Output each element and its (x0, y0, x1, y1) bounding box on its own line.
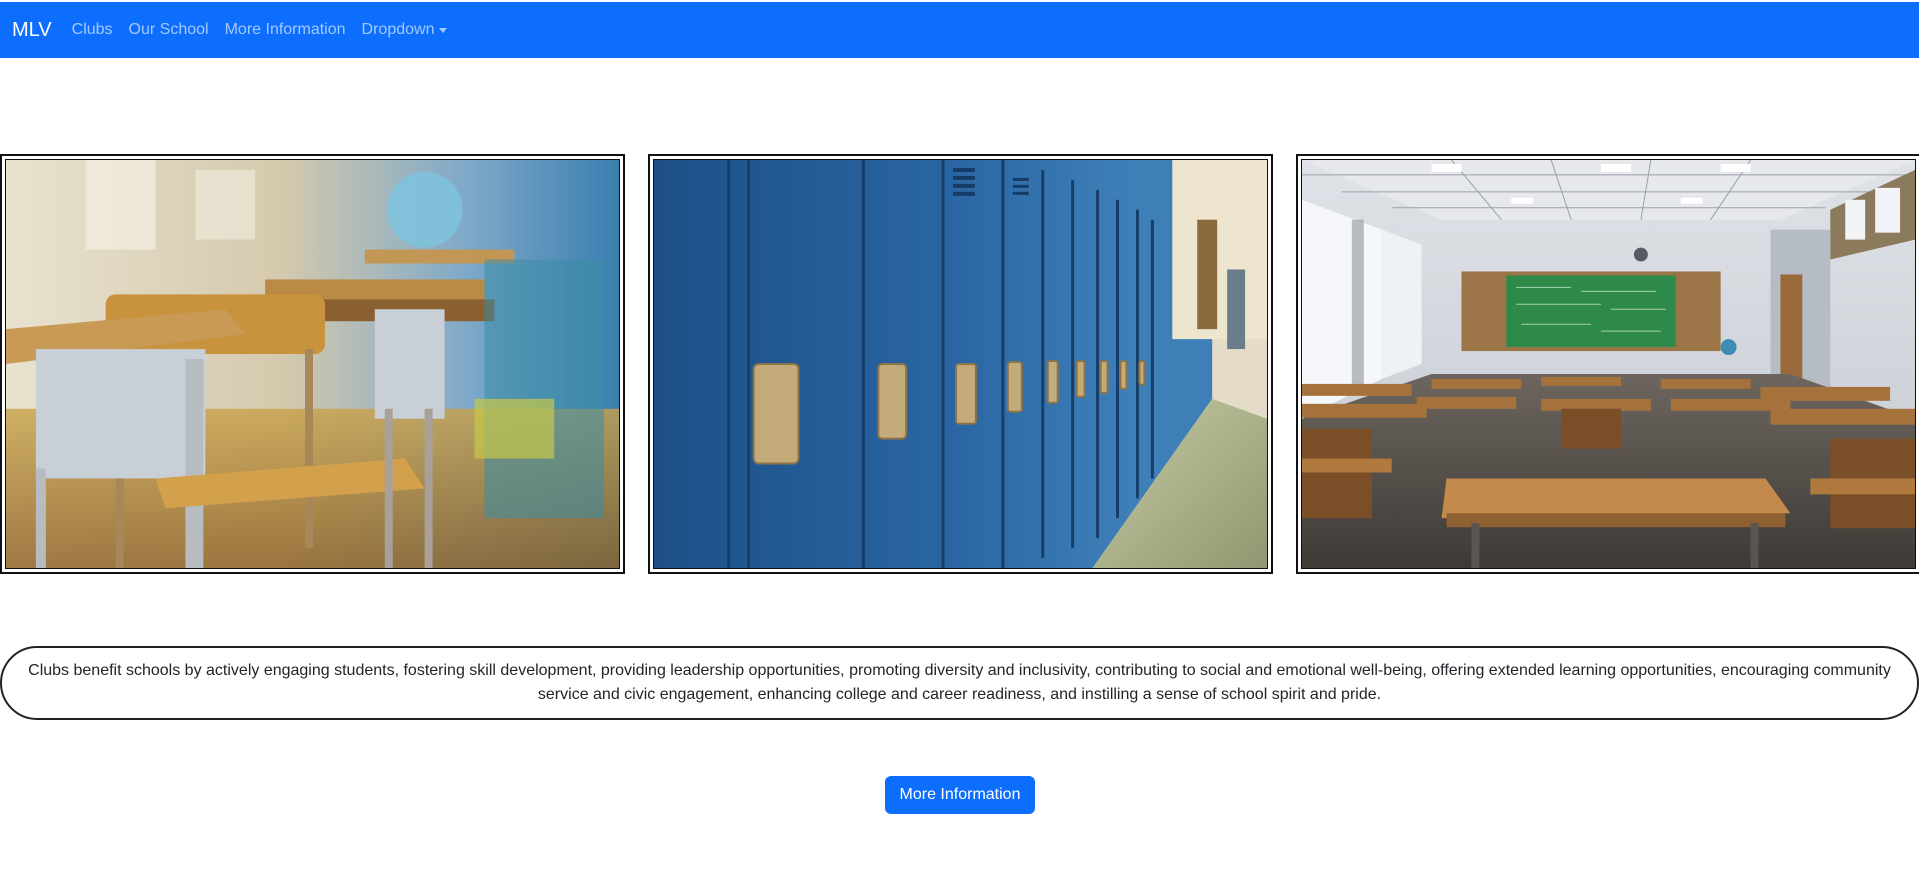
nav-link-our-school[interactable]: Our School (129, 21, 209, 39)
nav-dropdown-label: Dropdown (361, 21, 435, 38)
desks-photo (6, 160, 619, 568)
nav-dropdown-toggle[interactable]: Dropdown (362, 21, 448, 39)
nav-link-more-information[interactable]: More Information (225, 21, 346, 39)
top-navbar: MLV Clubs Our School More Information Dr… (0, 2, 1919, 58)
image-gallery (0, 154, 1919, 574)
clubs-description-text: Clubs benefit schools by actively engagi… (28, 662, 1891, 703)
gallery-image-desks (0, 154, 625, 574)
classroom-photo (1302, 160, 1915, 568)
lockers-photo (654, 160, 1267, 568)
brand-logo[interactable]: MLV (12, 19, 52, 42)
nav-link-clubs[interactable]: Clubs (72, 21, 113, 39)
more-information-button[interactable]: More Information (885, 776, 1035, 814)
caret-down-icon (439, 27, 448, 33)
gallery-image-classroom (1296, 154, 1919, 574)
gallery-image-lockers (648, 154, 1273, 574)
clubs-description: Clubs benefit schools by actively engagi… (0, 646, 1919, 720)
